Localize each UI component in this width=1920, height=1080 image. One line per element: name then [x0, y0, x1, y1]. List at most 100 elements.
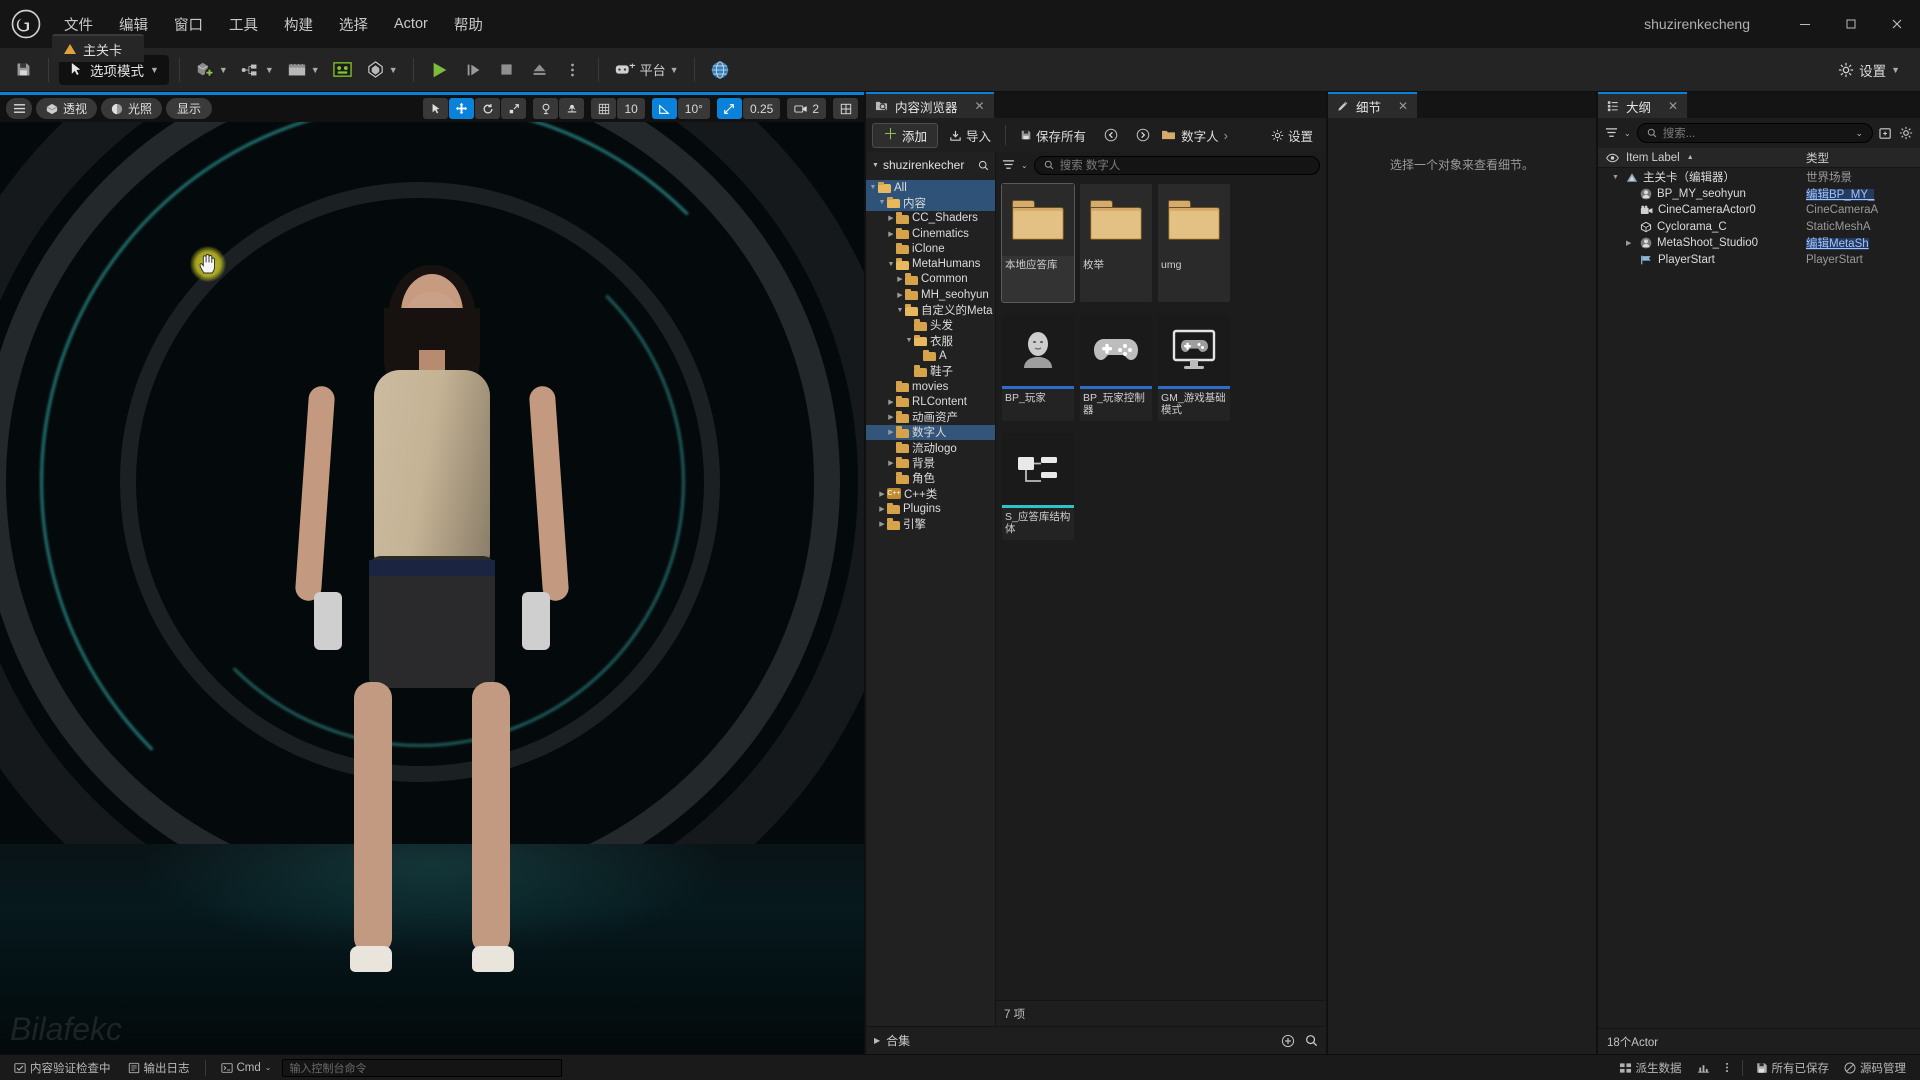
performance-icon[interactable] [1691, 1058, 1716, 1078]
filter-chevron-icon[interactable]: ⌄ [1624, 129, 1631, 138]
chevron-right-icon[interactable]: ▶ [877, 490, 887, 498]
tree-item[interactable]: ▶ Cinematics [866, 226, 995, 241]
chevron-right-icon[interactable]: ▶ [1626, 239, 1635, 247]
effects-icon[interactable]: ▼ [361, 55, 403, 85]
outliner-row[interactable]: ▼ 主关卡（编辑器） 世界场景 [1598, 169, 1920, 186]
eject-icon[interactable] [525, 55, 555, 85]
chevron-down-icon[interactable]: ▼ [1612, 174, 1621, 181]
chevron-down-icon[interactable]: ▼ [886, 261, 896, 268]
asset-search-input[interactable]: 搜索 数字人 [1033, 155, 1320, 175]
cb-settings-button[interactable]: 设置 [1264, 123, 1320, 148]
folder-tree-header[interactable]: ▼ shuzirenkecher [866, 152, 995, 178]
tree-item[interactable]: ▼ MetaHumans [866, 256, 995, 271]
chevron-right-icon[interactable]: ▶ [877, 520, 887, 528]
blueprint-icon[interactable]: ▼ [236, 55, 279, 85]
outliner-row[interactable]: CineCameraActor0 CineCameraA [1598, 202, 1920, 219]
chevron-right-icon[interactable]: ▶ [886, 214, 896, 222]
menu-item-window[interactable]: 窗口 [162, 9, 215, 40]
tree-item[interactable]: ▶ 背景 [866, 455, 995, 470]
close-button[interactable] [1874, 0, 1920, 48]
breadcrumb[interactable]: 数字人 › [1161, 126, 1228, 145]
tab-content-browser[interactable]: 内容浏览器 ✕ [866, 92, 994, 118]
tree-item[interactable]: ▶ RLContent [866, 394, 995, 409]
chevron-down-icon[interactable]: ⌄ [1855, 128, 1863, 139]
tree-item[interactable]: 流动logo [866, 440, 995, 455]
outliner-search-input[interactable]: 搜索... ⌄ [1636, 123, 1873, 143]
play-icon[interactable] [424, 55, 456, 85]
surface-snap-icon[interactable] [559, 98, 585, 119]
derived-data-button[interactable]: 派生数据 [1613, 1058, 1688, 1078]
filter-chevron-icon[interactable]: ⌄ [1021, 161, 1028, 170]
outliner-row[interactable]: BP_MY_seohyun 编辑BP_MY_ [1598, 186, 1920, 203]
close-icon[interactable]: ✕ [1398, 99, 1408, 113]
viewport-menu-icon[interactable] [6, 98, 32, 119]
outliner-col-item[interactable]: Item Label ▲ [1598, 152, 1802, 164]
world-coordinate-icon[interactable] [533, 98, 559, 119]
viewport-show-dropdown[interactable]: 显示 [166, 98, 213, 119]
scale-snap-value[interactable]: 0.25 [742, 98, 781, 119]
menu-item-actor[interactable]: Actor [382, 11, 440, 37]
asset-tile[interactable]: BP_玩家控制器 [1080, 314, 1152, 421]
chevron-right-icon[interactable]: ▶ [886, 459, 896, 467]
chevron-right-icon[interactable]: ▶ [886, 230, 896, 238]
forward-arrow-icon[interactable] [1129, 123, 1157, 148]
grid-snap-icon[interactable] [591, 98, 617, 119]
chevron-right-icon[interactable]: ▶ [874, 1036, 880, 1045]
chevron-right-icon[interactable]: ▶ [886, 428, 896, 436]
console-command-input[interactable]: 输入控制台命令 [282, 1058, 563, 1077]
tree-item[interactable]: ▼ 衣服 [866, 333, 995, 348]
more-options-icon[interactable] [558, 55, 588, 85]
select-tool-icon[interactable] [423, 98, 449, 119]
chevron-right-icon[interactable]: ▶ [886, 398, 896, 406]
menu-item-help[interactable]: 帮助 [442, 9, 495, 40]
tree-item[interactable]: ▼ 内容 [866, 195, 995, 211]
save-icon[interactable] [8, 55, 38, 85]
chevron-right-icon[interactable]: ▶ [895, 275, 905, 283]
stop-icon[interactable] [492, 55, 522, 85]
asset-tile[interactable]: BP_玩家 [1002, 314, 1074, 421]
viewport-3d-scene[interactable]: Bilafekc [0, 122, 864, 1054]
tree-item[interactable]: iClone [866, 241, 995, 256]
filter-icon[interactable] [1605, 127, 1618, 139]
grid-snap-value[interactable]: 10 [617, 98, 645, 119]
folder-tile[interactable]: umg [1158, 184, 1230, 302]
all-saved-status[interactable]: 所有已保存 [1750, 1058, 1836, 1078]
unreal-logo-icon[interactable] [0, 0, 52, 48]
chevron-down-icon[interactable]: ▼ [877, 199, 887, 206]
outliner-row[interactable]: Cyclorama_C StaticMeshA [1598, 219, 1920, 236]
cinematics-icon[interactable]: ▼ [282, 55, 325, 85]
camera-speed-icon[interactable]: 2 [787, 98, 826, 119]
add-button[interactable]: ＋ 添加 [872, 122, 939, 148]
viewport-lit-dropdown[interactable]: 光照 [101, 98, 163, 119]
asset-tile[interactable]: GM_游戏基础模式 [1158, 314, 1230, 421]
outliner-edit-link[interactable]: 编辑BP_MY_ [1806, 188, 1875, 201]
tree-item[interactable]: A [866, 348, 995, 363]
outliner-col-type[interactable]: 类型 [1802, 150, 1920, 166]
outliner-row[interactable]: PlayerStart PlayerStart [1598, 252, 1920, 269]
console-cmd-selector[interactable]: Cmd ⌄ [215, 1058, 278, 1078]
angle-snap-value[interactable]: 10° [677, 98, 710, 119]
search-icon[interactable] [1305, 1034, 1318, 1047]
platform-button[interactable]: 平台 ▼ [609, 55, 684, 85]
eye-icon[interactable] [1606, 153, 1619, 163]
menu-item-build[interactable]: 构建 [272, 9, 325, 40]
chevron-right-icon[interactable]: ▶ [886, 413, 896, 421]
add-actor-icon[interactable]: ▼ [190, 55, 233, 85]
maximize-button[interactable] [1828, 0, 1874, 48]
scale-tool-icon[interactable] [501, 98, 527, 119]
gear-icon[interactable] [1899, 126, 1913, 140]
chevron-down-icon[interactable]: ▼ [895, 307, 905, 314]
menu-item-tools[interactable]: 工具 [217, 9, 270, 40]
add-collection-icon[interactable] [1281, 1034, 1295, 1048]
world-settings-icon[interactable] [705, 55, 735, 85]
minimize-button[interactable] [1782, 0, 1828, 48]
tree-item[interactable]: ▶ 引擎 [866, 517, 995, 532]
folder-tree-list[interactable]: ▼ All ▼ 内容 ▶ CC_Shaders ▶ Cinematics iClone ▼ Meta… [866, 178, 995, 1026]
save-outliner-icon[interactable] [1879, 127, 1893, 140]
skip-icon[interactable] [459, 55, 489, 85]
asset-grid[interactable]: 本地应答库 枚举 umg BP_玩家 BP_玩家控制器 GM_游戏基础模式 S_应答库结构体 [996, 178, 1326, 1000]
tree-item[interactable]: 鞋子 [866, 364, 995, 379]
content-check-status[interactable]: 内容验证检查中 [8, 1058, 117, 1078]
sequencer-icon[interactable] [328, 55, 358, 85]
tree-item[interactable]: ▼ 自定义的Meta [866, 302, 995, 317]
